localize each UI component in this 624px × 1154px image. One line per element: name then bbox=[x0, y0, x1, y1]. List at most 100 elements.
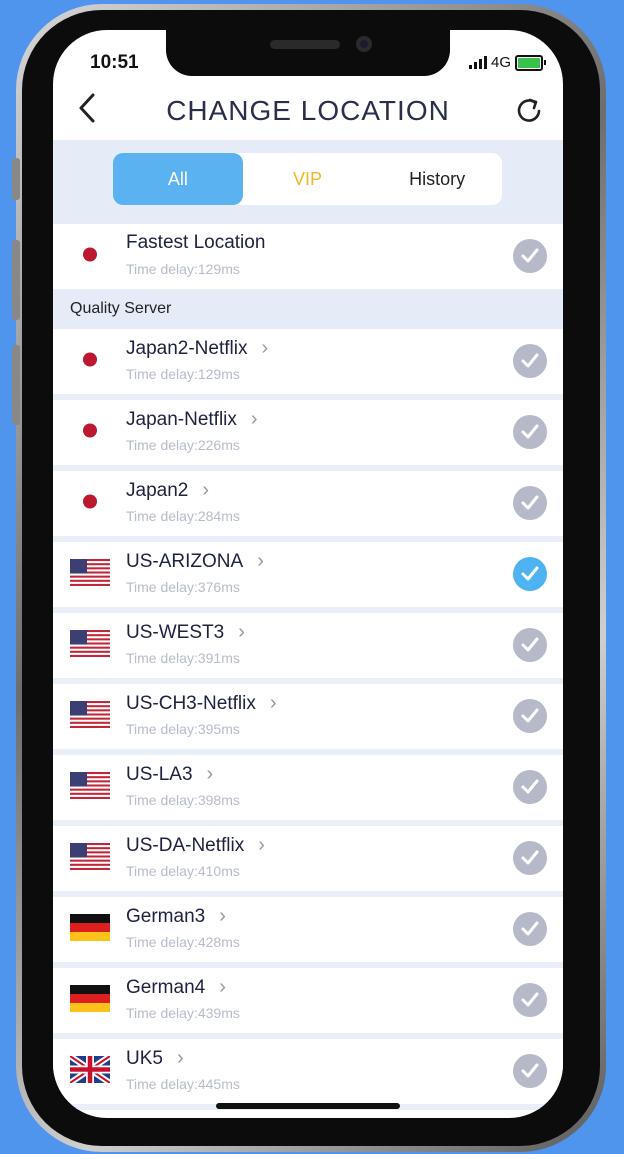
chevron-right-icon[interactable]: › bbox=[270, 692, 277, 715]
server-name: US-CH3-Netflix bbox=[126, 693, 256, 714]
server-name: Fastest Location bbox=[126, 232, 266, 253]
server-name-wrap: US-ARIZONA › bbox=[126, 550, 264, 573]
server-delay: Time delay:284ms bbox=[126, 508, 240, 524]
chevron-right-icon[interactable]: › bbox=[219, 976, 226, 999]
chevron-right-icon[interactable]: › bbox=[202, 479, 209, 502]
server-row[interactable]: US-LA3 › Time delay:398ms bbox=[53, 755, 563, 826]
usa-flag-icon bbox=[70, 772, 110, 799]
camera-icon bbox=[356, 36, 372, 52]
server-name-wrap: US-WEST3 › bbox=[126, 621, 245, 644]
japan-flag-icon bbox=[70, 417, 110, 444]
server-name-wrap: US-CH3-Netflix › bbox=[126, 692, 277, 715]
server-name-wrap: US-LA3 › bbox=[126, 763, 213, 786]
server-list: Fastest Location Time delay:129ms Qualit… bbox=[53, 224, 563, 1110]
server-name-wrap: Japan2-Netflix › bbox=[126, 337, 268, 360]
uk-flag-icon bbox=[68, 1053, 112, 1086]
chevron-right-icon[interactable]: › bbox=[219, 905, 226, 928]
check-icon[interactable] bbox=[513, 770, 547, 804]
germany-flag-icon bbox=[70, 914, 110, 941]
refresh-icon bbox=[517, 98, 541, 122]
server-row[interactable]: US-DA-Netflix › Time delay:410ms bbox=[53, 826, 563, 897]
server-name-wrap: UK5 › bbox=[126, 1047, 184, 1070]
server-delay: Time delay:376ms bbox=[126, 579, 240, 595]
server-delay: Time delay:226ms bbox=[126, 437, 240, 453]
server-name: US-LA3 bbox=[126, 764, 193, 785]
check-icon[interactable] bbox=[513, 699, 547, 733]
germany-flag-icon bbox=[70, 985, 110, 1012]
refresh-button[interactable] bbox=[515, 91, 545, 131]
server-delay: Time delay:395ms bbox=[126, 721, 240, 737]
japan-flag-icon bbox=[70, 241, 110, 268]
status-time: 10:51 bbox=[90, 52, 139, 73]
home-indicator bbox=[216, 1103, 400, 1109]
chevron-right-icon[interactable]: › bbox=[207, 763, 214, 786]
server-row[interactable]: Japan2 › Time delay:284ms bbox=[53, 471, 563, 542]
server-delay: Time delay:445ms bbox=[126, 1076, 240, 1092]
server-delay: Time delay:391ms bbox=[126, 650, 240, 666]
status-indicators: 4G bbox=[468, 54, 546, 71]
mute-switch bbox=[12, 158, 20, 200]
server-name-wrap: German4 › bbox=[126, 976, 226, 999]
tab-all[interactable]: All bbox=[113, 153, 243, 205]
check-icon[interactable] bbox=[513, 983, 547, 1017]
server-row[interactable]: Japan-Netflix › Time delay:226ms bbox=[53, 400, 563, 471]
check-icon[interactable] bbox=[513, 912, 547, 946]
server-name: Japan-Netflix bbox=[126, 409, 237, 430]
japan-flag-icon bbox=[70, 346, 110, 373]
page-title: CHANGE LOCATION bbox=[166, 95, 450, 126]
chevron-right-icon[interactable]: › bbox=[251, 408, 258, 431]
server-delay: Time delay:129ms bbox=[126, 261, 240, 277]
server-row[interactable]: US-WEST3 › Time delay:391ms bbox=[53, 613, 563, 684]
check-icon[interactable] bbox=[513, 557, 547, 591]
server-name: US-ARIZONA bbox=[126, 551, 244, 572]
server-row[interactable]: US-CH3-Netflix › Time delay:395ms bbox=[53, 684, 563, 755]
usa-flag-icon bbox=[70, 630, 110, 657]
server-row[interactable]: US-ARIZONA › Time delay:376ms bbox=[53, 542, 563, 613]
volume-up-button bbox=[12, 240, 20, 320]
tab-history[interactable]: History bbox=[372, 153, 502, 205]
server-name: Japan2-Netflix bbox=[126, 338, 248, 359]
server-name-wrap: US-DA-Netflix › bbox=[126, 834, 265, 857]
server-row[interactable]: Japan2-Netflix › Time delay:129ms bbox=[53, 329, 563, 400]
server-row[interactable]: German4 › Time delay:439ms bbox=[53, 968, 563, 1039]
app-screen: 10:51 4G CHANGE LOCATION All VIP History… bbox=[53, 30, 563, 1118]
server-name-wrap: Japan2 › bbox=[126, 479, 209, 502]
battery-icon bbox=[515, 54, 546, 71]
server-delay: Time delay:410ms bbox=[126, 863, 240, 879]
server-row[interactable]: UK5 › Time delay:445ms bbox=[53, 1039, 563, 1110]
server-row[interactable]: German3 › Time delay:428ms bbox=[53, 897, 563, 968]
volume-down-button bbox=[12, 345, 20, 425]
chevron-right-icon[interactable]: › bbox=[261, 337, 268, 360]
check-icon[interactable] bbox=[513, 239, 547, 273]
server-name: US-WEST3 bbox=[126, 622, 225, 643]
chevron-right-icon[interactable]: › bbox=[257, 550, 264, 573]
check-icon[interactable] bbox=[513, 486, 547, 520]
check-icon[interactable] bbox=[513, 628, 547, 662]
server-name: German3 bbox=[126, 906, 206, 927]
server-name: US-DA-Netflix bbox=[126, 835, 245, 856]
filter-tabs: All VIP History bbox=[113, 153, 502, 205]
server-delay: Time delay:129ms bbox=[126, 366, 240, 382]
server-delay: Time delay:398ms bbox=[126, 792, 240, 808]
japan-flag-icon bbox=[70, 488, 110, 515]
fastest-location-row[interactable]: Fastest Location Time delay:129ms bbox=[53, 224, 563, 289]
check-icon[interactable] bbox=[513, 344, 547, 378]
server-delay: Time delay:439ms bbox=[126, 1005, 240, 1021]
tabs-band: All VIP History bbox=[53, 140, 563, 224]
server-name-wrap: Japan-Netflix › bbox=[126, 408, 258, 431]
signal-icon bbox=[468, 56, 487, 69]
usa-flag-icon bbox=[70, 559, 110, 586]
top-bar: CHANGE LOCATION bbox=[53, 85, 563, 139]
check-icon[interactable] bbox=[513, 415, 547, 449]
notch bbox=[166, 30, 450, 76]
tab-vip[interactable]: VIP bbox=[243, 153, 373, 205]
chevron-right-icon[interactable]: › bbox=[258, 834, 265, 857]
section-header: Quality Server bbox=[53, 289, 563, 329]
check-icon[interactable] bbox=[513, 841, 547, 875]
server-delay: Time delay:428ms bbox=[126, 934, 240, 950]
server-name: Japan2 bbox=[126, 480, 189, 501]
check-icon[interactable] bbox=[513, 1054, 547, 1088]
server-name: UK5 bbox=[126, 1048, 163, 1069]
chevron-right-icon[interactable]: › bbox=[238, 621, 245, 644]
chevron-right-icon[interactable]: › bbox=[177, 1047, 184, 1070]
